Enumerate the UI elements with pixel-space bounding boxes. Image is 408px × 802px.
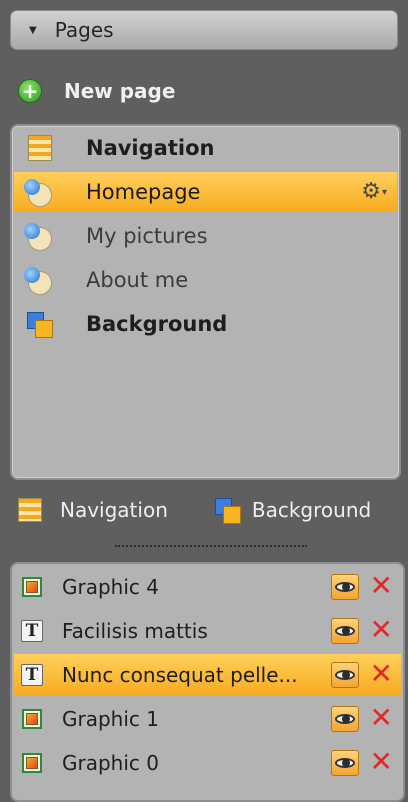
- visibility-eye-icon[interactable]: [331, 574, 359, 600]
- page-settings-button[interactable]: ⚙▾: [361, 179, 387, 204]
- page-tools: Navigation Background: [18, 490, 398, 530]
- navigation-icon: [28, 135, 52, 161]
- layer-item[interactable]: Graphic 0 ✕: [14, 742, 401, 784]
- new-page-button[interactable]: + New page: [18, 74, 175, 108]
- layers-list: Graphic 4 ✕ T Facilisis mattis ✕ T Nunc …: [10, 562, 405, 802]
- layer-item[interactable]: Graphic 1 ✕: [14, 698, 401, 740]
- delete-icon[interactable]: ✕: [370, 702, 393, 734]
- page-icon: [24, 177, 54, 207]
- navigation-tool-button[interactable]: Navigation: [60, 498, 168, 522]
- page-item-label: My pictures: [86, 224, 208, 248]
- gear-icon: ⚙: [361, 179, 381, 204]
- background-icon: [212, 495, 242, 525]
- page-item-navigation[interactable]: Navigation: [14, 128, 397, 168]
- page-item-label: About me: [86, 268, 189, 292]
- page-item-about-me[interactable]: About me: [14, 260, 397, 300]
- pages-list: Navigation Homepage ⚙▾ My pictures About…: [10, 124, 401, 480]
- page-item-label: Navigation: [86, 136, 215, 160]
- navigation-icon: [18, 498, 42, 522]
- text-layer-icon: T: [21, 664, 43, 686]
- layer-label: Facilisis mattis: [62, 619, 208, 643]
- layer-label: Graphic 4: [62, 575, 159, 599]
- layer-label: Nunc consequat pelle...: [62, 663, 298, 687]
- section-title: Pages: [54, 18, 114, 42]
- new-page-label: New page: [64, 79, 176, 103]
- graphic-layer-icon: [22, 577, 42, 597]
- layer-item[interactable]: T Facilisis mattis ✕: [14, 610, 401, 652]
- layer-item[interactable]: Graphic 4 ✕: [14, 566, 401, 608]
- delete-icon[interactable]: ✕: [370, 658, 393, 690]
- visibility-eye-icon[interactable]: [331, 662, 359, 688]
- page-item-my-pictures[interactable]: My pictures: [14, 216, 397, 256]
- background-tool-button[interactable]: Background: [252, 498, 371, 522]
- page-item-homepage[interactable]: Homepage ⚙▾: [14, 172, 397, 212]
- layer-label: Graphic 0: [62, 751, 159, 775]
- page-item-label: Background: [86, 312, 228, 336]
- visibility-eye-icon[interactable]: [331, 618, 359, 644]
- visibility-eye-icon[interactable]: [331, 706, 359, 732]
- layer-item[interactable]: T Nunc consequat pelle... ✕: [14, 654, 401, 696]
- page-icon: [24, 221, 54, 251]
- graphic-layer-icon: [22, 709, 42, 729]
- text-layer-icon: T: [21, 620, 43, 642]
- delete-icon[interactable]: ✕: [370, 570, 393, 602]
- page-icon: [24, 265, 54, 295]
- layer-label: Graphic 1: [62, 707, 159, 731]
- delete-icon[interactable]: ✕: [370, 614, 393, 646]
- page-item-label: Homepage: [86, 180, 201, 204]
- resize-handle[interactable]: [115, 545, 307, 547]
- page-item-background[interactable]: Background: [14, 304, 397, 344]
- graphic-layer-icon: [22, 753, 42, 773]
- background-icon: [24, 309, 54, 339]
- add-icon: +: [18, 79, 42, 103]
- collapse-arrow-icon[interactable]: ▼: [29, 25, 37, 36]
- delete-icon[interactable]: ✕: [370, 746, 393, 778]
- chevron-down-icon: ▾: [381, 186, 387, 198]
- visibility-eye-icon[interactable]: [331, 750, 359, 776]
- pages-section-header[interactable]: ▼ Pages: [10, 10, 398, 50]
